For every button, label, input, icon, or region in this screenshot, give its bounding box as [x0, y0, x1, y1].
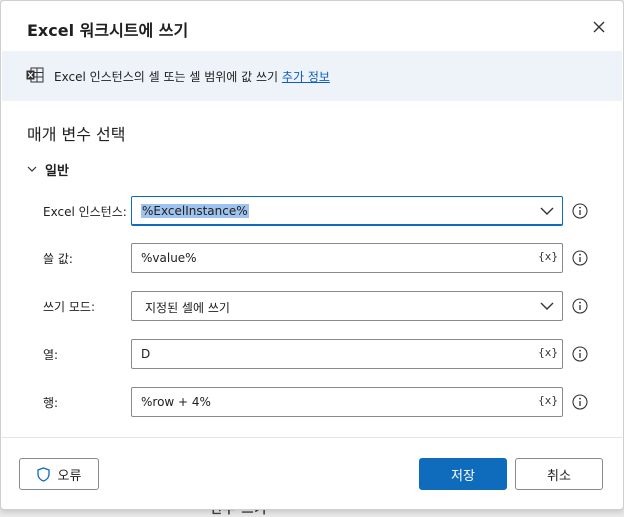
column-input[interactable]: D {x} — [131, 339, 563, 369]
row-label: 행: — [43, 396, 59, 410]
info-icon[interactable] — [572, 203, 588, 219]
info-icon[interactable] — [572, 298, 588, 314]
info-icon[interactable] — [572, 346, 588, 362]
chevron-down-icon — [27, 166, 37, 172]
save-button[interactable]: 저장 — [419, 458, 507, 490]
row-value: %row + 4% — [141, 395, 211, 409]
write-to-excel-dialog: Excel 워크시트에 쓰기 Excel 인스턴스의 셀 또는 셀 범위에 값 … — [0, 0, 624, 510]
row-input[interactable]: %row + 4% {x} — [131, 387, 563, 417]
close-icon — [593, 21, 605, 33]
cancel-button[interactable]: 취소 — [515, 458, 603, 490]
on-error-label: 오류 — [57, 468, 82, 484]
chevron-down-icon — [540, 207, 554, 215]
value-to-write-value: %value% — [141, 251, 197, 265]
variable-picker-button[interactable]: {x} — [538, 346, 558, 359]
excel-instance-dropdown[interactable]: %ExcelInstance% — [131, 196, 563, 226]
column-label: 열: — [43, 348, 59, 362]
info-icon[interactable] — [572, 394, 588, 410]
section-title: 매개 변수 선택 — [27, 125, 126, 144]
group-label: 일반 — [45, 163, 69, 179]
banner-text: Excel 인스턴스의 셀 또는 셀 범위에 값 쓰기 추가 정보 — [54, 68, 330, 85]
write-mode-value: 지정된 셀에 쓰기 — [145, 301, 230, 315]
info-banner: Excel 인스턴스의 셀 또는 셀 범위에 값 쓰기 추가 정보 — [2, 51, 622, 101]
excel-worksheet-icon — [26, 67, 44, 83]
info-icon[interactable] — [572, 250, 588, 266]
general-group-toggle[interactable]: 일반 — [27, 160, 69, 179]
excel-instance-label: Excel 인스턴스: — [43, 205, 127, 219]
dialog-title: Excel 워크시트에 쓰기 — [27, 21, 189, 40]
on-error-button[interactable]: 오류 — [19, 458, 99, 490]
banner-description: Excel 인스턴스의 셀 또는 셀 범위에 값 쓰기 — [54, 70, 279, 84]
close-button[interactable] — [587, 15, 611, 39]
shield-icon — [36, 466, 50, 482]
value-to-write-input[interactable]: %value% {x} — [131, 243, 563, 273]
chevron-down-icon — [540, 302, 554, 310]
variable-picker-button[interactable]: {x} — [538, 394, 558, 407]
column-value: D — [141, 347, 151, 361]
excel-instance-value: %ExcelInstance% — [141, 204, 249, 218]
variable-picker-button[interactable]: {x} — [538, 250, 558, 263]
write-mode-label: 쓰기 모드: — [43, 300, 96, 314]
write-mode-dropdown[interactable]: 지정된 셀에 쓰기 — [131, 291, 563, 321]
value-to-write-label: 쓸 값: — [43, 252, 73, 266]
more-info-link[interactable]: 추가 정보 — [282, 70, 330, 84]
footer-divider — [2, 437, 622, 438]
